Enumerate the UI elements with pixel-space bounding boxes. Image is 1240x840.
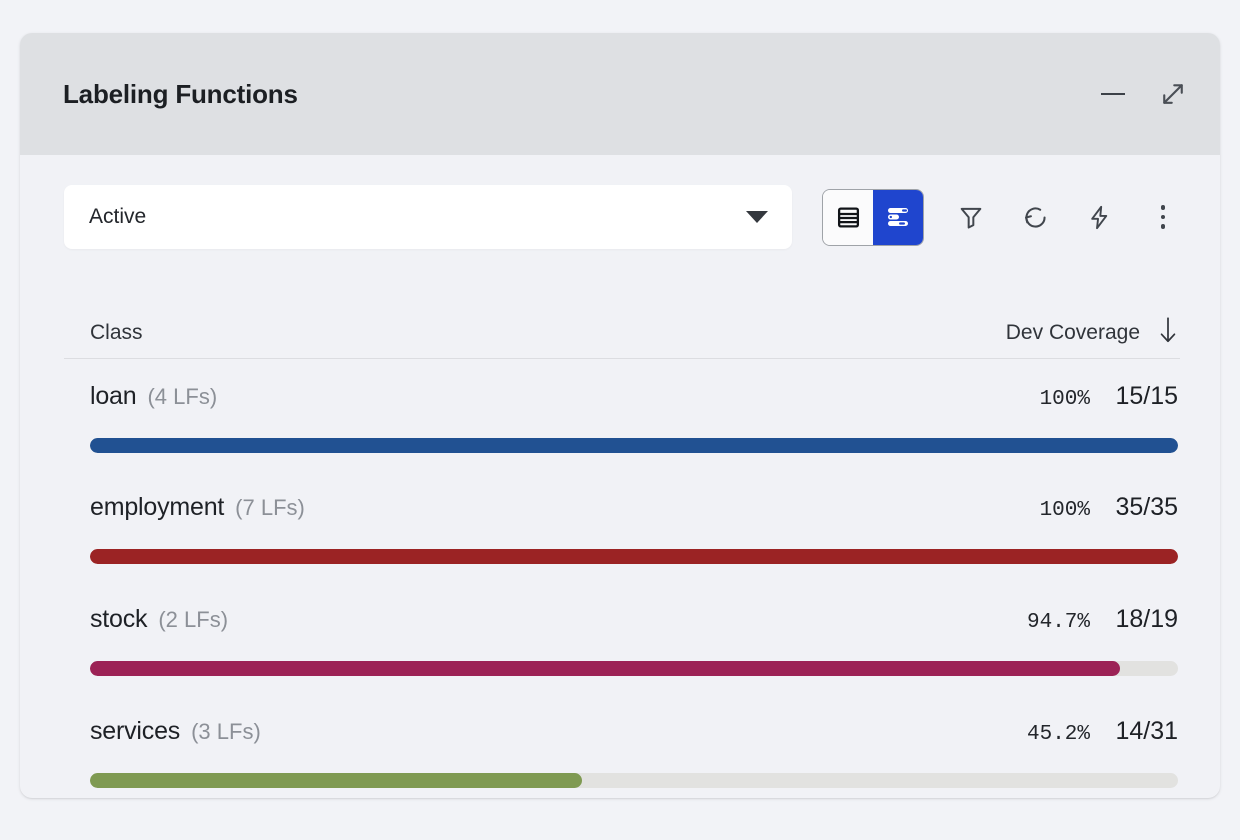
coverage-bar-fill bbox=[90, 773, 582, 788]
table-row[interactable]: loan (4 LFs) 100% 15/15 bbox=[64, 382, 1180, 453]
row-metrics: 94.7% 18/19 bbox=[1027, 605, 1178, 634]
coverage-bar-fill bbox=[90, 661, 1121, 676]
coverage-count: 35/35 bbox=[1115, 493, 1178, 521]
chevron-down-icon bbox=[746, 211, 768, 223]
row-summary: services (3 LFs) 45.2% 14/31 bbox=[90, 717, 1178, 771]
toolbar: Active bbox=[64, 185, 1180, 249]
class-name: services bbox=[90, 717, 181, 745]
coverage-bar-track bbox=[90, 438, 1178, 453]
coverage-count: 15/15 bbox=[1115, 382, 1178, 410]
status-filter-value: Active bbox=[89, 205, 147, 228]
lf-count: (7 LFs) bbox=[235, 495, 305, 520]
row-summary: employment (7 LFs) 100% 35/35 bbox=[90, 493, 1178, 547]
quick-actions-button[interactable] bbox=[1082, 198, 1116, 236]
row-metrics: 100% 15/15 bbox=[1040, 382, 1178, 411]
lf-count: (3 LFs) bbox=[191, 719, 261, 744]
expand-diagonal-icon bbox=[1163, 84, 1183, 104]
minimize-button[interactable] bbox=[1092, 73, 1134, 115]
class-name: stock bbox=[90, 605, 148, 633]
toolbar-actions bbox=[954, 198, 1180, 236]
refresh-button[interactable] bbox=[1018, 198, 1052, 236]
expand-button[interactable] bbox=[1152, 73, 1194, 115]
row-summary: stock (2 LFs) 94.7% 18/19 bbox=[90, 605, 1178, 659]
coverage-percent: 45.2% bbox=[1026, 723, 1090, 746]
more-vertical-icon bbox=[1160, 205, 1166, 229]
list-view-toggle[interactable] bbox=[823, 189, 873, 245]
view-toggle-group bbox=[822, 188, 924, 246]
page-title: Labeling Functions bbox=[63, 78, 298, 109]
lf-count: (2 LFs) bbox=[158, 607, 229, 632]
coverage-bar-track bbox=[90, 661, 1178, 676]
coverage-percent: 94.7% bbox=[1026, 611, 1090, 634]
table-header-row: Class Dev Coverage bbox=[64, 315, 1180, 359]
list-view-icon bbox=[837, 207, 859, 227]
coverage-count: 14/31 bbox=[1115, 717, 1178, 745]
coverage-table: Class Dev Coverage loan (4 LFs) 100% 15/… bbox=[64, 249, 1180, 798]
row-metrics: 45.2% 14/31 bbox=[1027, 717, 1178, 746]
coverage-percent: 100% bbox=[1039, 499, 1090, 522]
header-actions bbox=[1092, 73, 1194, 115]
coverage-bar-fill bbox=[90, 549, 1178, 564]
class-name: loan bbox=[90, 382, 137, 410]
row-metrics: 100% 35/35 bbox=[1040, 493, 1178, 522]
filter-button[interactable] bbox=[954, 198, 988, 236]
coverage-count: 18/19 bbox=[1115, 605, 1178, 633]
class-name: employment bbox=[90, 493, 225, 521]
table-row[interactable]: employment (7 LFs) 100% 35/35 bbox=[64, 493, 1180, 564]
lightning-bolt-icon bbox=[1090, 205, 1107, 229]
coverage-bar-fill bbox=[90, 438, 1178, 453]
coverage-percent: 100% bbox=[1039, 388, 1090, 411]
arrow-down-icon bbox=[1160, 317, 1176, 343]
bar-chart-view-icon bbox=[888, 208, 908, 226]
column-header-dev-coverage: Dev Coverage bbox=[1005, 321, 1140, 344]
status-filter-select[interactable]: Active bbox=[64, 185, 792, 249]
coverage-bar-track bbox=[90, 549, 1178, 564]
funnel-icon bbox=[960, 207, 982, 229]
labeling-functions-panel: Labeling Functions Active Class Dev Cove… bbox=[20, 33, 1220, 798]
coverage-bar-track bbox=[90, 773, 1178, 788]
chart-view-toggle[interactable] bbox=[873, 189, 923, 245]
refresh-icon bbox=[1024, 206, 1046, 228]
table-row[interactable]: services (3 LFs) 45.2% 14/31 bbox=[64, 717, 1180, 788]
sort-direction-button[interactable] bbox=[1158, 315, 1178, 345]
row-summary: loan (4 LFs) 100% 15/15 bbox=[90, 382, 1178, 436]
table-row[interactable]: stock (2 LFs) 94.7% 18/19 bbox=[64, 605, 1180, 676]
column-header-class: Class bbox=[90, 321, 143, 344]
more-options-button[interactable] bbox=[1146, 198, 1180, 236]
panel-header: Labeling Functions bbox=[20, 33, 1220, 155]
lf-count: (4 LFs) bbox=[147, 384, 218, 409]
minimize-icon bbox=[1101, 93, 1125, 95]
